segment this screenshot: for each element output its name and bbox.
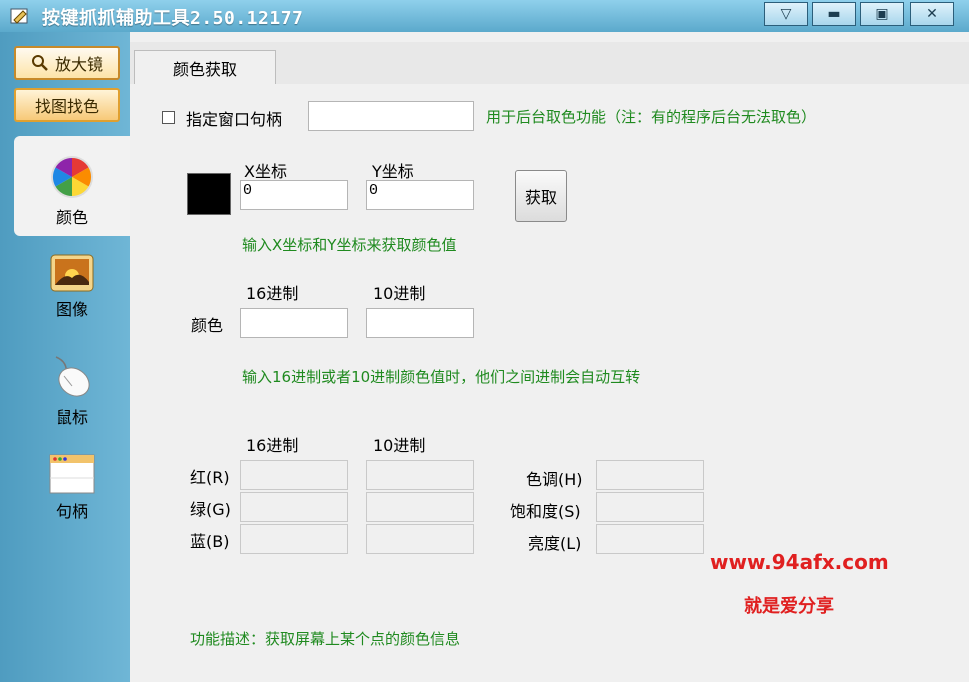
sidebar-item-handle-label: 句柄 bbox=[55, 502, 88, 521]
x-coord-label: X坐标 bbox=[244, 162, 287, 181]
find-image-color-button[interactable]: 找图找色 bbox=[14, 88, 120, 122]
sidebar-item-color[interactable]: 颜色 bbox=[14, 136, 130, 236]
green-hex-field bbox=[240, 492, 348, 522]
title-bar: 按键抓抓辅助工具2.50.12177 ▽ ▬ ▣ ✕ bbox=[0, 0, 969, 32]
minimize-to-tray-button[interactable]: ▽ bbox=[764, 2, 808, 26]
red-dec-field bbox=[366, 460, 474, 490]
lightness-label: 亮度(L) bbox=[528, 534, 582, 553]
get-color-button[interactable]: 获取 bbox=[515, 170, 567, 222]
color-dec-header: 10进制 bbox=[373, 284, 426, 303]
close-button[interactable]: ✕ bbox=[910, 2, 954, 26]
handle-input[interactable] bbox=[308, 101, 474, 131]
y-coord-input[interactable]: 0 bbox=[366, 180, 474, 210]
tab-color-get[interactable]: 颜色获取 bbox=[134, 50, 276, 84]
color-value-hint: 输入16进制或者10进制颜色值时，他们之间进制会自动互转 bbox=[242, 368, 641, 386]
main-panel: 颜色获取 指定窗口句柄 用于后台取色功能（注：有的程序后台无法取色） X坐标 Y… bbox=[130, 32, 969, 682]
y-coord-label: Y坐标 bbox=[372, 162, 414, 181]
close-icon: ✕ bbox=[926, 6, 938, 22]
lightness-field bbox=[596, 524, 704, 554]
feature-description: 功能描述：获取屏幕上某个点的颜色信息 bbox=[190, 630, 461, 648]
x-coord-input[interactable]: 0 bbox=[240, 180, 348, 210]
tab-strip: 颜色获取 bbox=[130, 42, 969, 85]
magnifier-icon bbox=[31, 55, 48, 71]
watermark-slogan: 就是爱分享 bbox=[744, 596, 834, 617]
maximize-icon: ▣ bbox=[875, 6, 889, 22]
sidebar-item-image[interactable]: 图像 bbox=[14, 236, 130, 336]
mouse-icon bbox=[55, 356, 90, 397]
hue-field bbox=[596, 460, 704, 490]
find-image-color-label: 找图找色 bbox=[34, 97, 99, 116]
blue-dec-field bbox=[366, 524, 474, 554]
handle-hint: 用于后台取色功能（注：有的程序后台无法取色） bbox=[486, 108, 817, 126]
green-dec-field bbox=[366, 492, 474, 522]
get-color-button-label: 获取 bbox=[524, 188, 557, 207]
color-get-pane: 指定窗口句柄 用于后台取色功能（注：有的程序后台无法取色） X坐标 Y坐标 0 … bbox=[130, 84, 969, 682]
component-dec-header: 10进制 bbox=[373, 436, 426, 455]
color-hex-input[interactable] bbox=[240, 308, 348, 338]
saturation-label: 饱和度(S) bbox=[510, 502, 581, 521]
app-icon bbox=[10, 8, 28, 24]
color-swatch bbox=[187, 173, 231, 215]
sidebar-item-mouse-label: 鼠标 bbox=[55, 408, 88, 427]
image-icon bbox=[50, 254, 94, 292]
coords-hint: 输入X坐标和Y坐标来获取颜色值 bbox=[242, 236, 457, 254]
handle-checkbox-label: 指定窗口句柄 bbox=[186, 110, 283, 129]
window-title: 按键抓抓辅助工具2.50.12177 bbox=[42, 8, 304, 29]
sidebar: 放大镜 找图找色 颜色 图像 鼠标 句柄 bbox=[0, 32, 130, 682]
sidebar-item-image-label: 图像 bbox=[55, 300, 88, 319]
color-hex-header: 16进制 bbox=[246, 284, 299, 303]
magnifier-label: 放大镜 bbox=[54, 55, 103, 74]
minimize-button[interactable]: ▬ bbox=[812, 2, 856, 26]
minimize-icon: ▬ bbox=[827, 6, 841, 22]
sidebar-item-handle[interactable]: 句柄 bbox=[14, 436, 130, 536]
sidebar-item-mouse[interactable]: 鼠标 bbox=[14, 336, 130, 436]
tab-color-get-label: 颜色获取 bbox=[172, 59, 237, 79]
color-row-label: 颜色 bbox=[191, 316, 224, 335]
handle-checkbox[interactable] bbox=[162, 111, 175, 124]
window-handle-icon bbox=[49, 454, 95, 494]
blue-hex-field bbox=[240, 524, 348, 554]
saturation-field bbox=[596, 492, 704, 522]
maximize-button[interactable]: ▣ bbox=[860, 2, 904, 26]
red-hex-field bbox=[240, 460, 348, 490]
blue-label: 蓝(B) bbox=[190, 532, 230, 551]
color-dec-input[interactable] bbox=[366, 308, 474, 338]
chevron-down-icon: ▽ bbox=[780, 6, 792, 22]
hue-label: 色调(H) bbox=[526, 470, 583, 489]
magnifier-button[interactable]: 放大镜 bbox=[14, 46, 120, 80]
sidebar-item-color-label: 颜色 bbox=[55, 208, 88, 227]
watermark-url: www.94afx.com bbox=[710, 550, 889, 574]
color-wheel-icon bbox=[51, 156, 93, 198]
component-hex-header: 16进制 bbox=[246, 436, 299, 455]
red-label: 红(R) bbox=[190, 468, 230, 487]
green-label: 绿(G) bbox=[190, 500, 231, 519]
